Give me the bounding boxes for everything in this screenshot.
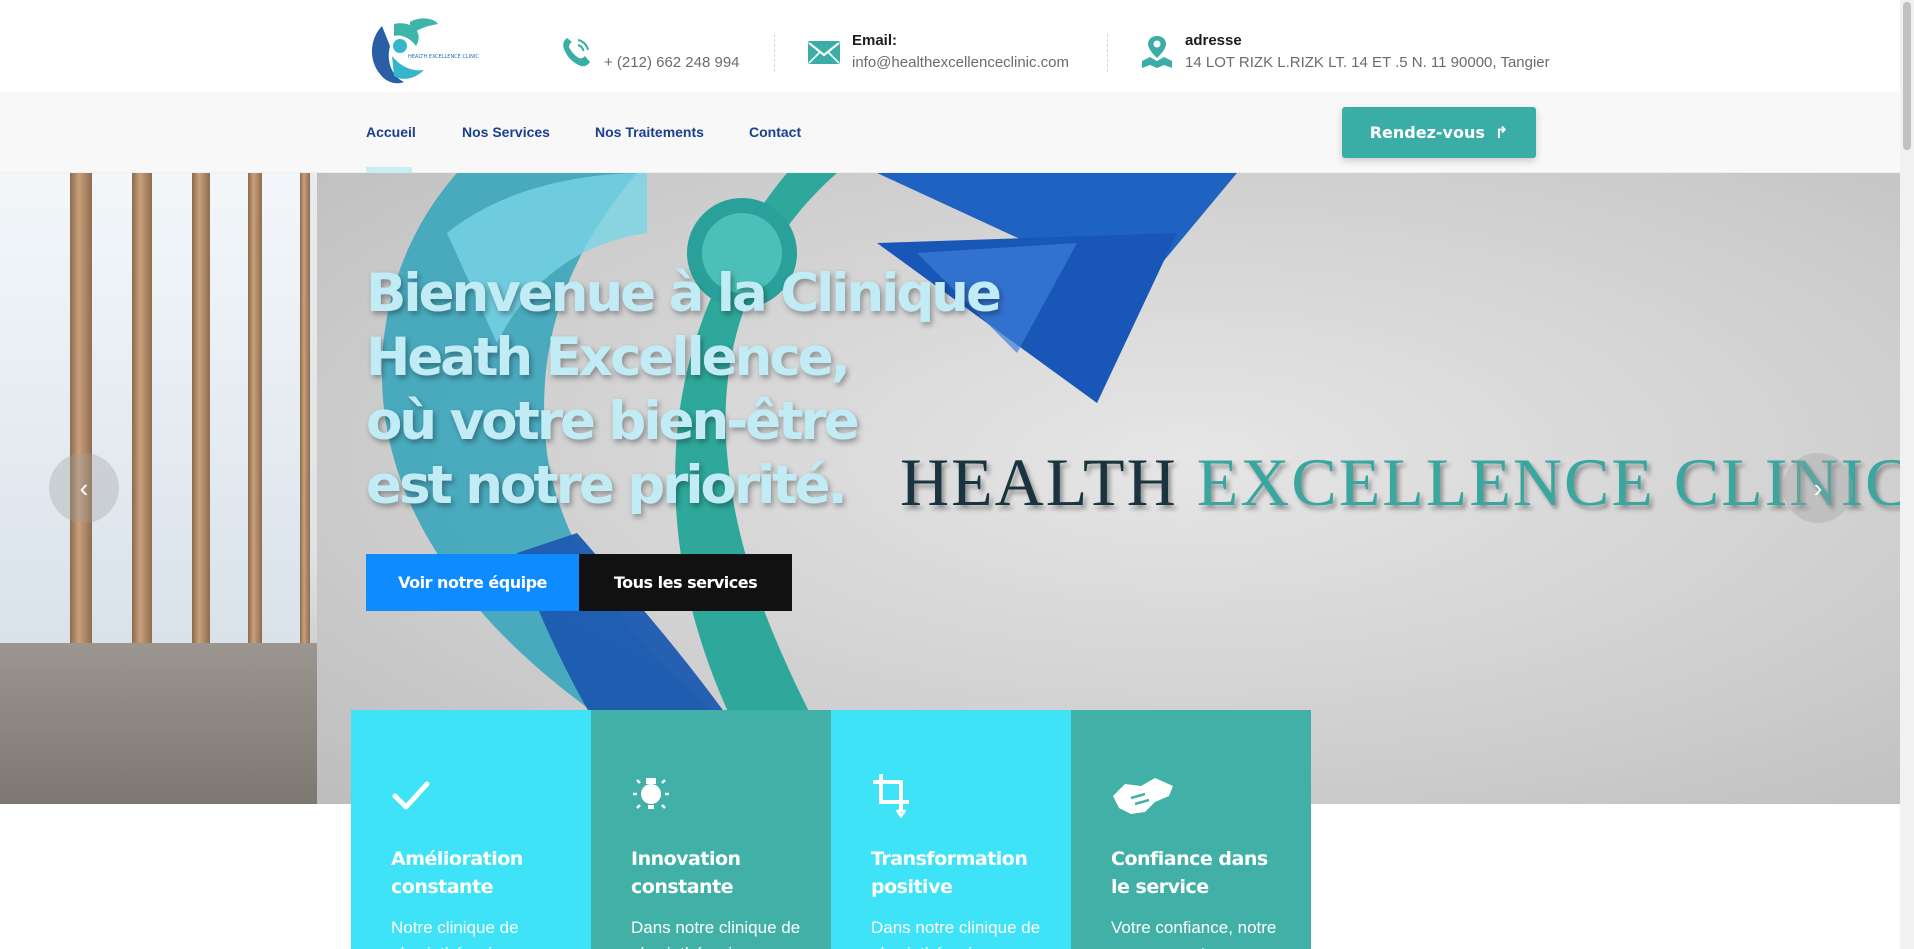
phone-block: + (212) 662 248 994 [558, 30, 740, 74]
feature-text: Notre clinique de physiothérapie a [391, 918, 519, 949]
share-arrow-icon: ↱ [1494, 123, 1509, 142]
clinic-logo[interactable]: HEALTH EXCELLENCE CLINIC [364, 16, 489, 88]
hero-brand-sign: HEALTH EXCELLENCE CLINIC [900, 443, 1900, 522]
check-icon [392, 781, 430, 810]
main-nav: Accueil Nos Services Nos Traitements Con… [0, 92, 1900, 173]
rendez-vous-label: Rendez-vous [1369, 123, 1485, 142]
address-title: adresse [1185, 32, 1242, 49]
phone-icon [563, 38, 590, 67]
hero-title-line: Bienvenue à la Clinique [366, 263, 1002, 324]
email-title: Email: [852, 32, 898, 49]
page-scrollbar[interactable] [1900, 0, 1914, 949]
crop-icon [873, 774, 909, 819]
feature-title: Innovation constante [631, 848, 741, 898]
feature-text: Dans notre clinique de physiothérapie [631, 918, 801, 949]
feature-title: Confiance dans le service [1111, 848, 1268, 898]
hero-title-line: où votre bien-être [366, 391, 860, 452]
handshake-icon [1113, 778, 1173, 814]
scrollbar-thumb[interactable] [1903, 2, 1911, 150]
email-block: Email: info@healthexcellenceclinic.com [806, 30, 1069, 74]
slider-prev-button[interactable]: ‹ [49, 453, 119, 523]
nav-item-contact[interactable]: Contact [749, 124, 801, 140]
lightbulb-icon [633, 778, 669, 809]
all-services-button[interactable]: Tous les services [579, 554, 792, 611]
location-icon [1142, 36, 1172, 68]
nav-item-nos-services[interactable]: Nos Services [462, 124, 550, 140]
feature-text: Votre confiance, notre engagement [1111, 918, 1277, 949]
divider [1107, 34, 1108, 72]
chevron-right-icon: › [1813, 472, 1823, 503]
address-block: adresse 14 LOT RIZK L.RIZK LT. 14 ET .5 … [1139, 30, 1550, 74]
feature-card: Transformation positive Dans notre clini… [831, 710, 1071, 949]
chevron-left-icon: ‹ [79, 472, 89, 503]
svg-text:HEALTH EXCELLENCE CLINIC: HEALTH EXCELLENCE CLINIC [408, 54, 479, 60]
top-info-bar: HEALTH EXCELLENCE CLINIC + (212) 662 248… [0, 0, 1900, 92]
address-text: 14 LOT RIZK L.RIZK LT. 14 ET .5 N. 11 90… [1185, 54, 1550, 71]
feature-title: Transformation positive [871, 848, 1028, 898]
feature-card: Innovation constante Dans notre clinique… [591, 710, 831, 949]
phone-number[interactable]: + (212) 662 248 994 [604, 52, 740, 74]
feature-title: Amélioration constante [391, 848, 523, 898]
hero-title-line: Heath Excellence, [366, 327, 851, 388]
feature-card: Confiance dans le service Votre confianc… [1071, 710, 1311, 949]
email-address[interactable]: info@healthexcellenceclinic.com [852, 52, 1069, 74]
slider-next-button[interactable]: › [1783, 453, 1853, 523]
hero-title-line: est notre priorité. [366, 455, 848, 516]
nav-item-accueil[interactable]: Accueil [366, 124, 416, 140]
office-window-image [0, 173, 317, 804]
view-team-button[interactable]: Voir notre équipe [366, 554, 579, 611]
mail-icon [808, 41, 840, 64]
feature-text: Dans notre clinique de physiothérapie [871, 918, 1041, 949]
rendez-vous-button[interactable]: Rendez-vous ↱ [1342, 107, 1536, 158]
nav-item-nos-traitements[interactable]: Nos Traitements [595, 124, 704, 140]
feature-card: Amélioration constante Notre clinique de… [351, 710, 591, 949]
hero-title: Bienvenue à la Clinique Heath Excellence… [366, 262, 1046, 518]
divider [774, 34, 775, 72]
